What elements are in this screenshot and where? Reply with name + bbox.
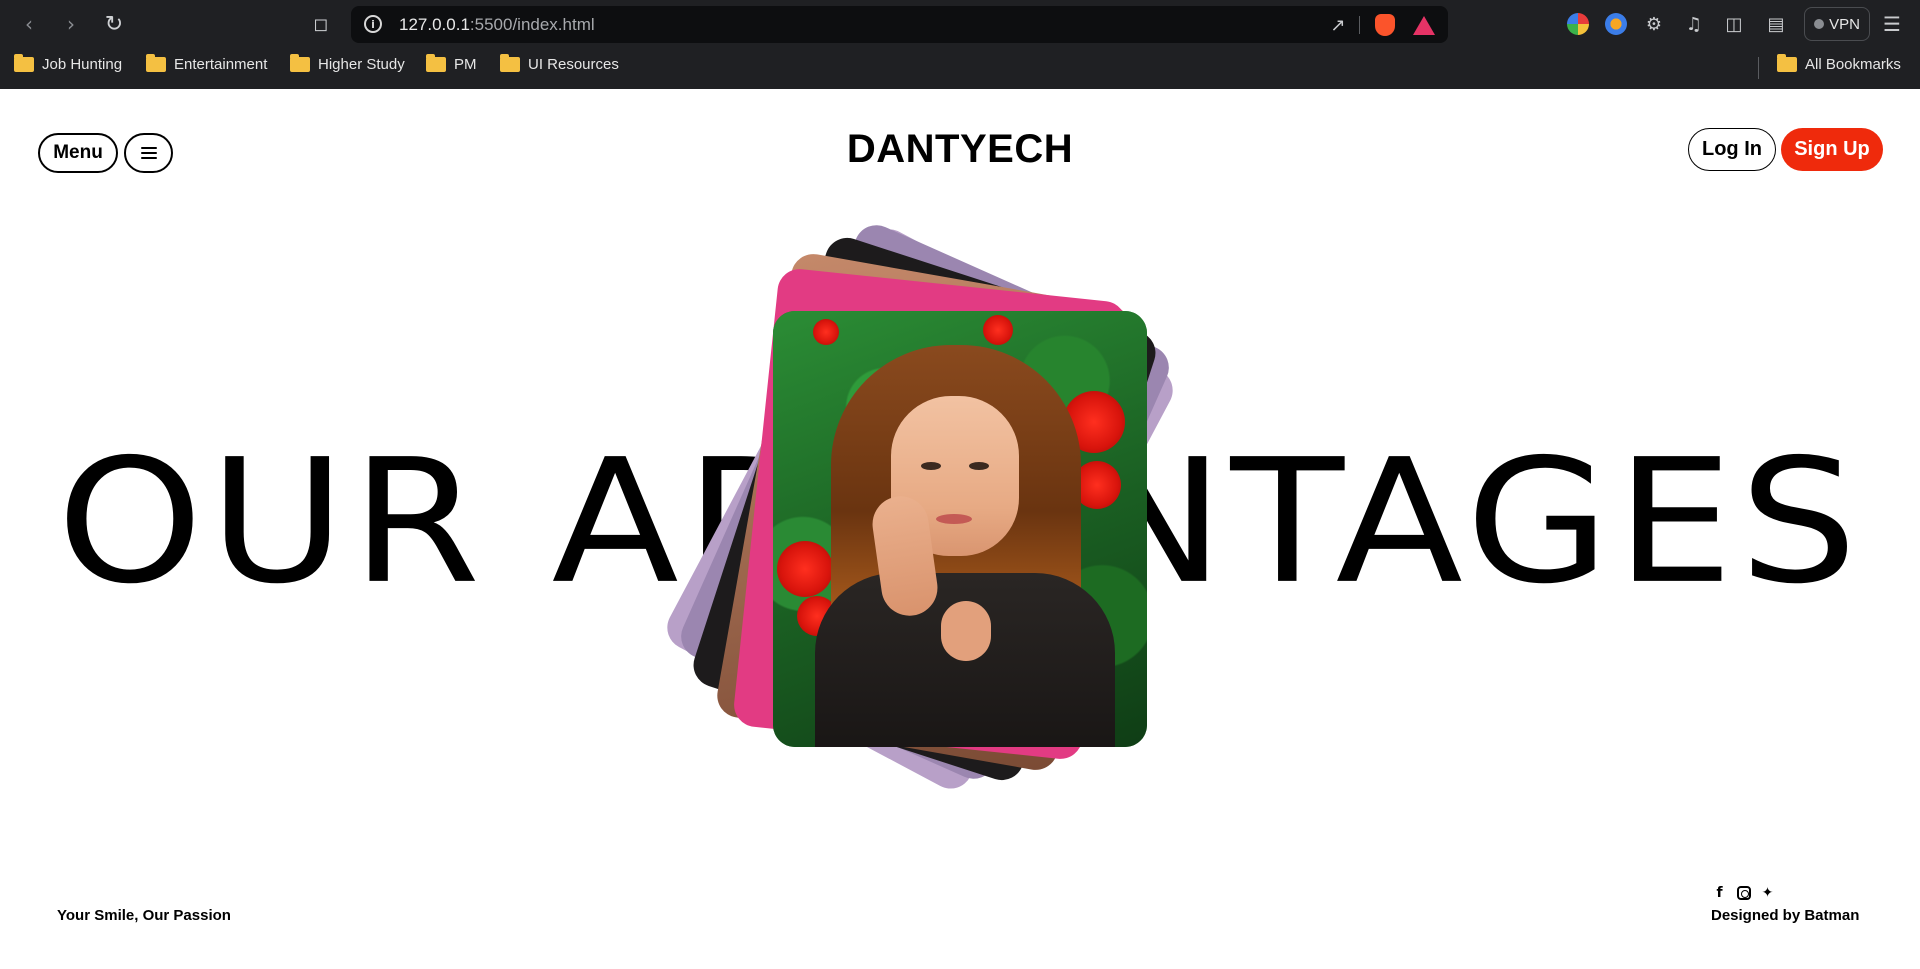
- bookmark-folder-pm[interactable]: PM: [426, 54, 477, 73]
- bookmark-folder-job-hunting[interactable]: Job Hunting: [14, 54, 123, 73]
- bookmark-label: Job Hunting: [42, 56, 123, 73]
- bookmark-icon[interactable]: ◻: [308, 11, 334, 37]
- vpn-label: VPN: [1829, 15, 1860, 33]
- reload-icon[interactable]: ↻: [101, 11, 127, 37]
- folder-icon: [14, 54, 34, 72]
- twitter-icon[interactable]: ✦: [1759, 884, 1776, 901]
- folder-icon: [290, 54, 310, 72]
- omnibox-divider: [1359, 16, 1360, 34]
- footer-tagline: Your Smile, Our Passion: [57, 907, 231, 924]
- bookmark-folder-higher-study[interactable]: Higher Study: [290, 54, 405, 73]
- web-page: Menu DANTYECH Log In Sign Up OUR ADVANTA…: [0, 89, 1920, 969]
- all-bookmarks-folder[interactable]: All Bookmarks: [1777, 54, 1901, 73]
- vpn-status-icon: [1814, 19, 1825, 29]
- bookmark-label: PM: [454, 56, 477, 73]
- extension-colorful-icon[interactable]: [1566, 12, 1590, 36]
- bookmark-folder-ui-resources[interactable]: UI Resources: [500, 54, 619, 73]
- folder-icon: [146, 54, 166, 72]
- browser-toolbar: ‹ › ↻ ◻ i 127.0.0.1:5500/index.html ↗ ⚙ …: [0, 0, 1920, 47]
- footer-credit: Designed by Batman: [1711, 907, 1860, 924]
- bookmarks-bar: Job Hunting Entertainment Higher Study P…: [0, 47, 1920, 89]
- back-icon[interactable]: ‹: [16, 11, 42, 37]
- media-music-icon[interactable]: ♫: [1682, 12, 1706, 36]
- url-host: 127.0.0.1: [399, 15, 470, 34]
- photo-stack: [0, 89, 1920, 969]
- bookmark-label: UI Resources: [528, 56, 619, 73]
- social-links: f ✦: [1711, 884, 1776, 901]
- bookmark-label: Entertainment: [174, 56, 268, 73]
- brave-shields-icon[interactable]: [1373, 13, 1397, 37]
- bookmark-folder-entertainment[interactable]: Entertainment: [146, 54, 268, 73]
- folder-icon: [426, 54, 446, 72]
- site-info-icon[interactable]: i: [364, 15, 382, 33]
- url-path: :5500/index.html: [469, 15, 595, 34]
- forward-icon[interactable]: ›: [58, 11, 84, 37]
- instagram-icon[interactable]: [1735, 884, 1752, 901]
- extensions-puzzle-icon[interactable]: ⚙: [1642, 12, 1666, 36]
- bookmarks-divider: [1758, 57, 1759, 79]
- url-text[interactable]: 127.0.0.1:5500/index.html: [399, 15, 595, 35]
- folder-icon: [1777, 54, 1797, 72]
- browser-chrome: ‹ › ↻ ◻ i 127.0.0.1:5500/index.html ↗ ⚙ …: [0, 0, 1920, 89]
- folder-icon: [500, 54, 520, 72]
- browser-menu-icon[interactable]: ☰: [1880, 12, 1904, 36]
- extension-globe-icon[interactable]: [1604, 12, 1628, 36]
- sidebar-toggle-icon[interactable]: ◫: [1722, 12, 1746, 36]
- wallet-icon[interactable]: ▤: [1764, 12, 1788, 36]
- all-bookmarks-label: All Bookmarks: [1805, 56, 1901, 73]
- share-icon[interactable]: ↗: [1326, 13, 1350, 37]
- facebook-icon[interactable]: f: [1711, 884, 1728, 901]
- brave-rewards-icon[interactable]: [1412, 13, 1436, 37]
- address-bar[interactable]: i 127.0.0.1:5500/index.html ↗: [351, 6, 1448, 43]
- vpn-button[interactable]: VPN: [1804, 7, 1870, 41]
- featured-portrait-photo: [773, 311, 1147, 747]
- bookmark-label: Higher Study: [318, 56, 405, 73]
